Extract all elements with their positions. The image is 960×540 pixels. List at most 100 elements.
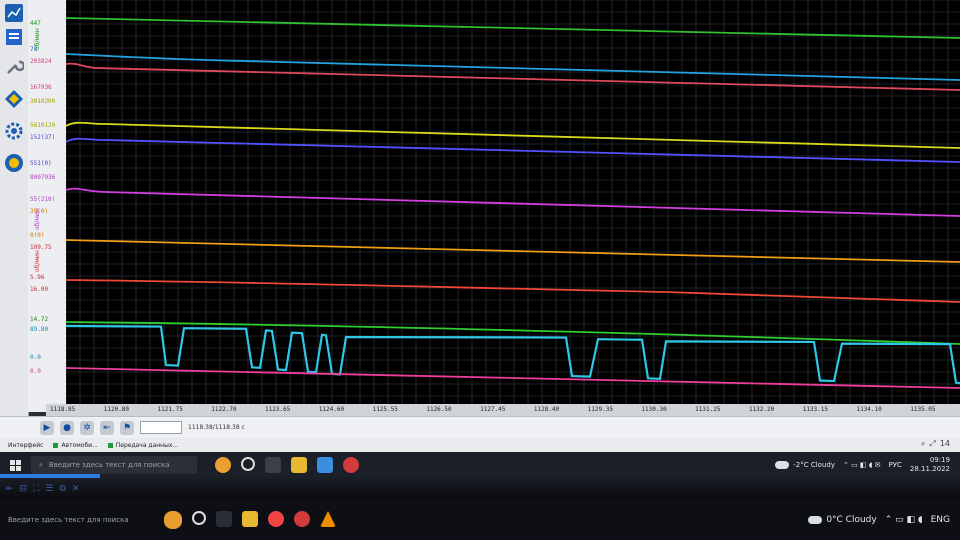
outer-search[interactable]: Введите здесь текст для поиска [0,511,146,529]
inner-taskbar: ⌕ Введите здесь текст для поиска -2°C Cl… [0,452,960,478]
settings-gear-icon[interactable] [3,120,25,142]
recorder-icon[interactable] [294,511,310,527]
close-icon[interactable]: ✕ [72,484,80,494]
wrench-icon[interactable] [3,56,25,78]
cortana-icon[interactable] [215,457,231,473]
tray-icons[interactable]: ⌃ ▭ ◧ ◖ [885,515,923,525]
monitor-bezel [0,478,960,500]
media-icon[interactable] [216,511,232,527]
axis-tick-label: 0(0) [30,232,45,239]
axis-tick-label: 0.0 [30,354,41,361]
windows-start-icon[interactable] [10,459,21,471]
taskbar-search[interactable]: ⌕ Введите здесь текст для поиска [31,456,197,474]
cortana-icon[interactable] [164,511,182,529]
brand-logo-icon[interactable] [3,152,25,174]
axis-tick-label: 5.96 [30,274,45,281]
interface-status: Интерфейс [8,441,44,449]
axis-unit-label: об/мин [34,250,41,272]
fullscreen-icon[interactable]: ⛶ [33,484,39,494]
weather-widget[interactable]: 0°C Cloudy [808,515,877,525]
task-view-icon[interactable] [192,511,206,525]
inner-system-tray: -2°C Cloudy ⌃ ▭ ◧ ◖ ✉ РУС 09:19 28.11.20… [775,456,950,474]
time-tick-label: 1130.30 [641,406,667,413]
axis-tick-label: 551(0) [30,160,52,167]
axis-unit-label: об/мин [34,28,41,50]
blue-trace [66,53,960,81]
time-tick-label: 1132.20 [748,406,775,413]
loop-icon[interactable]: ✲ [80,420,94,435]
status-value: 14 [939,439,950,448]
time-tick-label: 1127.45 [480,406,506,413]
zoom-icon[interactable]: ⌕ [921,439,925,449]
time-input[interactable] [140,421,182,434]
time-tick-label: 1125.55 [372,406,398,413]
tray-icons[interactable]: ⌃ ▭ ◧ ◖ ✉ [843,461,881,469]
axis-tick-label: 0.0 [30,368,41,375]
pink-trace [66,367,960,389]
outer-taskbar: Введите здесь текст для поиска 0°C Cloud… [0,500,960,540]
outer-system-tray: 0°C Cloudy ⌃ ▭ ◧ ◖ ENG [808,515,950,525]
time-tick-label: 1133.15 [802,406,828,413]
language-indicator[interactable]: РУС [889,461,902,469]
green-trace-1 [66,17,960,39]
time-tick-label: 1135.05 [910,406,936,413]
folder-icon[interactable] [242,511,258,527]
time-tick-label: 1126.50 [426,406,452,413]
chart-tool-icon[interactable] [3,2,25,24]
language-indicator[interactable]: ENG [931,515,950,525]
car-status: Автомоби... [53,442,98,449]
folder-icon[interactable] [291,457,307,473]
report-tool-icon[interactable] [3,26,25,48]
trace-plot-svg [66,0,960,404]
recorder-icon[interactable] [343,457,359,473]
time-axis: 1118.85 1120.80 1121.75 1122.70 1123.65 1124.… [46,404,960,416]
axis-tick-label: 3010200 [30,98,56,105]
tool-sidebar [0,0,29,440]
marker-icon[interactable]: ⚑ [120,420,134,435]
axis-tick-label: 14.72 [30,316,49,323]
clock[interactable]: 09:19 28.11.2022 [910,456,950,474]
time-tick-label: 1122.70 [211,406,237,413]
minimize-icon[interactable]: ⊟ [20,484,28,494]
play-icon[interactable]: ▶ [40,420,54,435]
taskbar-icons [215,457,359,473]
task-view-icon[interactable] [241,457,255,471]
axis-tick-label: 55(210) [30,196,56,203]
time-tick-label: 1131.25 [695,406,721,413]
red-trace-2 [66,279,960,303]
time-tick-label: 1134.10 [856,406,882,413]
export-icon[interactable]: ⇤ [100,420,114,435]
axis-tick-label: 8007936 [30,174,56,181]
chrome-icon[interactable] [268,511,284,527]
restore-icon[interactable]: ⇤ [6,484,14,494]
indigo-trace [66,137,960,163]
transfer-status: Передача данных... [107,442,178,449]
axis-tick-label: 152(37) [30,134,56,141]
record-icon[interactable]: ● [60,420,74,435]
menu-icon[interactable]: ☰ [45,484,53,494]
playback-toolbar: ▶ ● ✲ ⇤ ⚑ 1118.38/1118.38 с [0,416,960,438]
axis-tick-label: 447 [30,20,41,27]
fit-icon[interactable]: ⤢ [929,439,935,449]
cloud-icon [808,516,823,524]
copy-icon[interactable]: ⧉ [59,484,65,494]
cyan-square-trace [66,324,960,385]
right-status: ⌕ ⤢ 14 [921,439,950,449]
search-icon: ⌕ [39,460,43,469]
loading-progress-bar [0,474,100,478]
diamond-tool-icon[interactable] [3,88,25,110]
axis-tick-label: 16.00 [30,286,49,293]
time-tick-label: 1129.35 [587,406,613,413]
vlc-icon[interactable] [320,511,336,527]
app-icon[interactable] [317,457,333,473]
status-indicator-icon [53,442,59,448]
green-trace-2 [66,321,960,345]
media-icon[interactable] [265,457,281,473]
weather-widget[interactable]: -2°C Cloudy [775,461,835,469]
time-tick-label: 1121.75 [157,406,183,413]
axis-tick-label: 203824 [30,58,52,65]
cloud-icon [775,461,790,469]
app-status-bar: Интерфейс Автомоби... Передача данных...… [0,438,960,452]
outer-taskbar-icons [164,511,336,529]
status-indicator-icon [107,442,113,448]
